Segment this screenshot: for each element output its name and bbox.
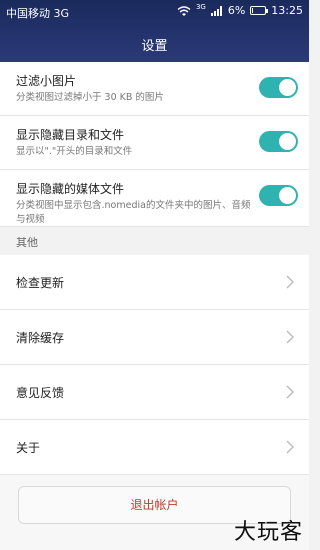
- filter-small-images-toggle[interactable]: [259, 77, 298, 98]
- setting-label: 显示隐藏的媒体文件: [16, 182, 125, 196]
- toggle-knob: [279, 133, 296, 150]
- list-item-label: 意见反馈: [16, 386, 65, 400]
- signal-icon: [210, 5, 222, 16]
- other-settings-list: 检查更新 清除缓存 意见反馈 关于: [0, 255, 309, 475]
- toggle-knob: [279, 187, 296, 204]
- clear-cache-item[interactable]: 清除缓存: [0, 310, 309, 365]
- setting-description: 显示以"."开头的目录和文件: [16, 146, 133, 157]
- group-title: 其他: [16, 236, 38, 249]
- group-header-other: 其他: [0, 227, 309, 255]
- setting-description: 分类视图过滤掉小于 30 KB 的图片: [16, 92, 164, 103]
- page-title: 设置: [141, 39, 168, 54]
- setting-description: 分类视图中显示包含.nomedia的文件夹中的图片、音频与视频: [16, 200, 251, 225]
- list-item-label: 检查更新: [16, 276, 65, 290]
- list-item-label: 关于: [16, 441, 41, 455]
- app-header: 中国移动 3G 3G 6% 13:25 设置: [0, 0, 309, 62]
- show-hidden-media-toggle[interactable]: [259, 185, 298, 206]
- status-bar: 中国移动 3G 3G 6% 13:25: [0, 0, 309, 22]
- toggle-knob: [279, 79, 296, 96]
- setting-filter-small-images[interactable]: 过滤小图片 分类视图过滤掉小于 30 KB 的图片: [0, 62, 309, 116]
- feedback-item[interactable]: 意见反馈: [0, 365, 309, 420]
- chevron-right-icon: [286, 275, 294, 289]
- watermark-logo: 大玩客: [233, 520, 303, 545]
- chevron-right-icon: [286, 330, 294, 344]
- wifi-icon: [177, 5, 191, 16]
- battery-percent: 6%: [227, 4, 246, 17]
- setting-show-hidden-files[interactable]: 显示隐藏目录和文件 显示以"."开头的目录和文件: [0, 116, 309, 170]
- show-hidden-files-toggle[interactable]: [259, 131, 298, 152]
- about-item[interactable]: 关于: [0, 420, 309, 475]
- check-update-item[interactable]: 检查更新: [0, 255, 309, 310]
- list-item-label: 清除缓存: [16, 331, 65, 345]
- setting-label: 过滤小图片: [16, 74, 77, 88]
- battery-level: [252, 8, 254, 13]
- setting-show-hidden-media[interactable]: 显示隐藏的媒体文件 分类视图中显示包含.nomedia的文件夹中的图片、音频与视…: [0, 170, 309, 227]
- chevron-right-icon: [286, 385, 294, 399]
- clock: 13:25: [271, 4, 303, 17]
- chevron-right-icon: [286, 440, 294, 454]
- setting-label: 显示隐藏目录和文件: [16, 128, 125, 142]
- carrier-label: 中国移动 3G: [6, 7, 70, 20]
- network-tag: 3G: [195, 2, 206, 11]
- status-icons: 3G 6% 13:25: [177, 2, 303, 17]
- toggle-settings: 过滤小图片 分类视图过滤掉小于 30 KB 的图片 显示隐藏目录和文件 显示以"…: [0, 62, 309, 227]
- battery-icon: [250, 6, 269, 15]
